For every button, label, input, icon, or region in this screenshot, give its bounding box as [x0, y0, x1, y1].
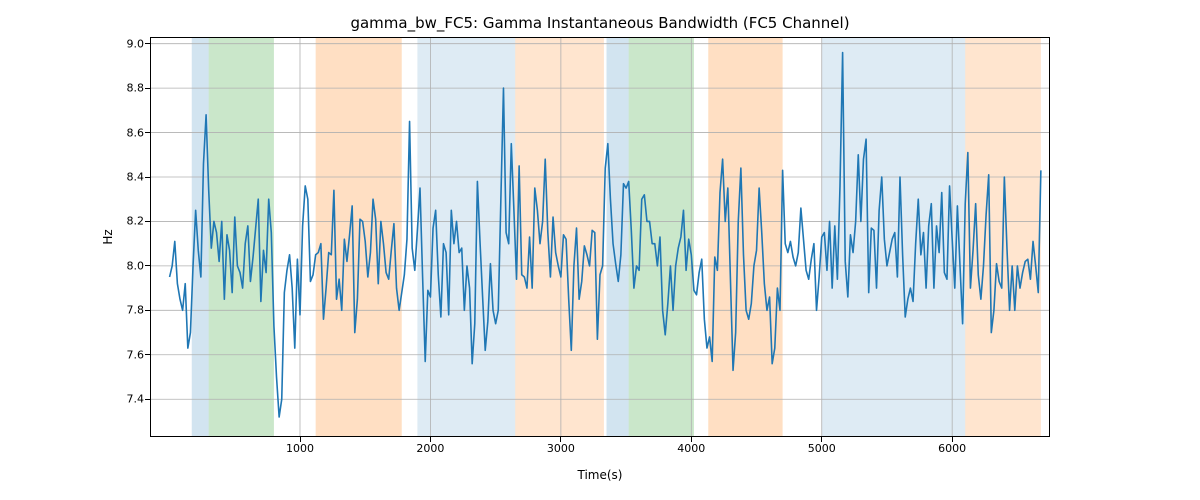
- y-tick-mark: [145, 265, 150, 266]
- y-axis-label: Hz: [101, 229, 115, 244]
- y-tick-label: 7.6: [104, 348, 144, 361]
- x-axis-label: Time(s): [578, 468, 623, 482]
- x-tick-mark: [821, 437, 822, 442]
- y-tick-mark: [145, 132, 150, 133]
- y-tick-mark: [145, 177, 150, 178]
- x-tick-label: 6000: [938, 442, 966, 455]
- band: [515, 37, 604, 437]
- y-tick-label: 7.8: [104, 304, 144, 317]
- band: [417, 37, 430, 437]
- y-tick-mark: [145, 399, 150, 400]
- y-tick-mark: [145, 310, 150, 311]
- x-tick-label: 2000: [416, 442, 444, 455]
- y-tick-label: 7.4: [104, 393, 144, 406]
- x-tick-label: 1000: [286, 442, 314, 455]
- x-tick-mark: [300, 437, 301, 442]
- x-tick-mark: [952, 437, 953, 442]
- y-tick-mark: [145, 354, 150, 355]
- y-tick-label: 8.4: [104, 171, 144, 184]
- x-tick-mark: [691, 437, 692, 442]
- x-tick-label: 5000: [808, 442, 836, 455]
- figure: gamma_bw_FC5: Gamma Instantaneous Bandwi…: [0, 0, 1200, 500]
- x-tick-label: 3000: [547, 442, 575, 455]
- chart-title: gamma_bw_FC5: Gamma Instantaneous Bandwi…: [0, 14, 1200, 32]
- band: [209, 37, 274, 437]
- x-tick-mark: [430, 437, 431, 442]
- plot-axes: [150, 37, 1050, 437]
- y-tick-label: 8.2: [104, 215, 144, 228]
- y-tick-label: 8.6: [104, 126, 144, 139]
- y-tick-mark: [145, 43, 150, 44]
- band: [607, 37, 629, 437]
- y-tick-label: 8.0: [104, 259, 144, 272]
- x-tick-mark: [560, 437, 561, 442]
- y-tick-label: 9.0: [104, 37, 144, 50]
- y-tick-mark: [145, 221, 150, 222]
- plot-svg: [150, 37, 1050, 437]
- background-bands: [192, 37, 1041, 437]
- y-tick-mark: [145, 88, 150, 89]
- y-tick-label: 8.8: [104, 82, 144, 95]
- band: [708, 37, 782, 437]
- x-tick-label: 4000: [677, 442, 705, 455]
